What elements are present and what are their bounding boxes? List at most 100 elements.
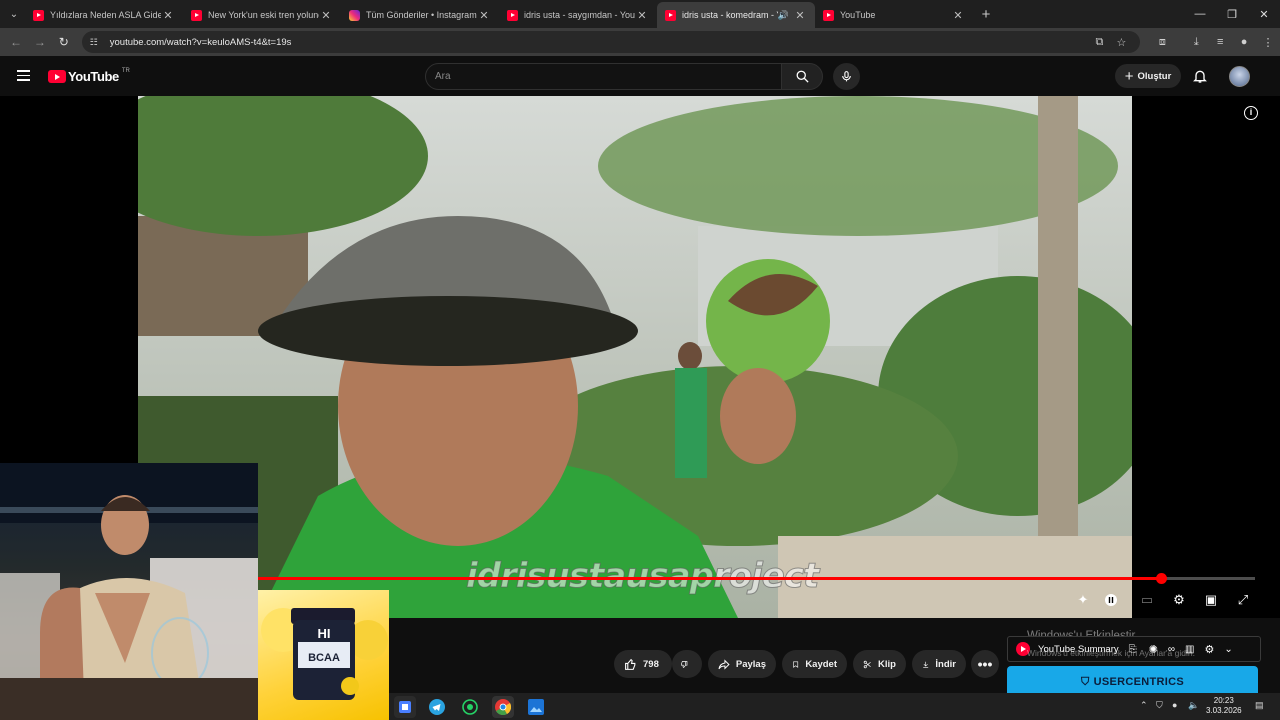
sponsor-product-ad[interactable]: HI BCAA (258, 590, 389, 720)
url-text: youtube.com/watch?v=keuloAMS-t4&t=19s (109, 36, 292, 48)
video-watermark-text: idrisustausaproject (465, 556, 819, 597)
account-avatar[interactable] (1229, 66, 1250, 87)
video-info-icon[interactable]: i (1244, 106, 1258, 120)
profile-icon[interactable]: ● (1232, 36, 1256, 48)
youtube-favicon-icon (33, 9, 44, 21)
chrome-icon[interactable] (492, 696, 514, 718)
save-label: Kaydet (805, 658, 837, 670)
back-icon[interactable]: ← (4, 35, 28, 49)
tab-audio-icon[interactable]: 🔊 (778, 10, 789, 21)
browser-tab[interactable]: idris usta - saygımdan - YouTub✕ (499, 2, 657, 28)
whatsapp-glyph-icon (462, 699, 478, 715)
video-scene-image (138, 96, 1132, 618)
tray-volume-icon[interactable]: 🔈 (1188, 700, 1199, 711)
search-button[interactable] (781, 63, 823, 90)
address-bar[interactable]: ☷ youtube.com/watch?v=keuloAMS-t4&t=19s … (81, 31, 1141, 53)
telegram-icon[interactable] (426, 696, 448, 718)
reload-icon[interactable]: ↻ (52, 35, 76, 49)
tray-microphone-icon[interactable]: ● (1172, 700, 1177, 710)
theater-mode-icon[interactable]: ▣ (1201, 590, 1221, 610)
like-button[interactable]: 798 (614, 650, 672, 678)
tab-search-button[interactable]: ⌄ (3, 3, 25, 25)
streamer-image (0, 463, 258, 720)
media-control-icon[interactable]: ≡ (1208, 36, 1232, 48)
tab-close-icon[interactable]: ✕ (319, 9, 333, 22)
tab-close-icon[interactable]: ✕ (161, 9, 175, 22)
autoplay-toggle-icon[interactable] (1101, 590, 1121, 610)
window-controls: — ❐ ✕ (1184, 0, 1280, 28)
summary-settings-icon[interactable]: ⚙ (1204, 643, 1214, 656)
tab-title: YouTube (840, 10, 876, 20)
svg-text:BCAA: BCAA (308, 652, 340, 664)
bookmark-star-icon[interactable]: ☆ (1110, 36, 1132, 49)
svg-text:HI: HI (318, 626, 331, 641)
hamburger-menu-icon[interactable] (17, 70, 30, 81)
search-input[interactable] (435, 71, 781, 82)
youtube-favicon-icon (191, 9, 202, 21)
new-tab-button[interactable]: + (973, 6, 999, 23)
tab-list: Yıldızlara Neden ASLA Gidemey✕New York'u… (25, 0, 973, 28)
thumbs-down-icon (681, 660, 688, 668)
tab-close-icon[interactable]: ✕ (477, 9, 491, 22)
download-button[interactable]: İndir (912, 650, 966, 678)
browser-menu-icon[interactable]: ⋮ (1256, 36, 1280, 49)
summary-chevron-down-icon[interactable]: ⌄ (1224, 644, 1232, 655)
browser-tab[interactable]: New York'un eski tren yolunda ✕ (183, 2, 341, 28)
browser-tab[interactable]: Tüm Gönderiler • Instagram ✕ (341, 2, 499, 28)
youtube-favicon-icon (823, 9, 834, 21)
fullscreen-icon[interactable]: ⤢ (1233, 590, 1253, 610)
windows-taskbar: ⌃ ⛉ ● 🔈 ▤ (389, 693, 1280, 720)
dislike-button[interactable] (672, 650, 702, 678)
site-info-icon[interactable]: ☷ (90, 37, 104, 48)
progress-played (258, 577, 1162, 580)
save-button[interactable]: Kaydet (782, 650, 847, 678)
tab-title: New York'un eski tren yolunda (208, 10, 319, 20)
like-count: 798 (643, 658, 659, 670)
youtube-logo[interactable]: YouTube TR (48, 68, 130, 84)
tray-vpn-icon[interactable]: ⛉ (1156, 700, 1163, 711)
browser-tab[interactable]: Yıldızlara Neden ASLA Gidemey✕ (25, 2, 183, 28)
search-box (425, 63, 782, 90)
voice-search-button[interactable] (833, 63, 860, 90)
taskbar-app-icon-1[interactable] (394, 696, 416, 718)
photos-glyph-icon (528, 699, 544, 715)
tab-title: Yıldızlara Neden ASLA Gidemey (50, 10, 161, 20)
settings-gear-icon[interactable]: ⚙ (1169, 590, 1189, 610)
youtube-favicon-icon (507, 9, 518, 21)
install-app-icon[interactable]: ⧉ (1088, 36, 1110, 49)
tab-close-icon[interactable]: ✕ (951, 9, 965, 22)
notification-center-icon[interactable]: ▤ (1255, 700, 1264, 711)
browser-tab[interactable]: YouTube ✕ (815, 2, 973, 28)
whatsapp-icon[interactable] (459, 696, 481, 718)
tab-close-icon[interactable]: ✕ (635, 9, 649, 22)
minimize-icon[interactable]: — (1184, 0, 1216, 28)
tray-chevron-up-icon[interactable]: ⌃ (1140, 700, 1148, 711)
progress-bar[interactable] (258, 573, 1255, 584)
search-icon (796, 70, 809, 83)
more-actions-button[interactable]: ••• (971, 650, 999, 678)
subtitles-icon[interactable]: ▭ (1137, 590, 1157, 610)
close-window-icon[interactable]: ✕ (1248, 0, 1280, 28)
clip-button[interactable]: Klip (853, 650, 906, 678)
browser-tab[interactable]: idris usta - komedram - You🔊 ✕ (657, 2, 815, 28)
usercentrics-shield-icon: ⛉ (1081, 676, 1090, 688)
downloads-icon[interactable]: ⤓ (1184, 36, 1208, 49)
video-frame[interactable] (138, 96, 1132, 618)
browser-tab-strip: ⌄ Yıldızlara Neden ASLA Gidemey✕New York… (0, 0, 1280, 28)
browser-toolbar: ← → ↻ ☷ youtube.com/watch?v=keuloAMS-t4&… (0, 28, 1280, 56)
youtube-play-logo-icon (48, 70, 66, 83)
forward-icon[interactable]: → (28, 35, 52, 49)
microphone-icon (842, 71, 851, 82)
create-button[interactable]: + Oluştur (1115, 64, 1181, 88)
chrome-glyph-icon (495, 699, 511, 715)
taskbar-clock[interactable]: 20:23 3.03.2026 (1206, 696, 1242, 716)
photos-app-icon[interactable] (525, 696, 547, 718)
instagram-favicon-icon (349, 9, 360, 21)
extensions-icon[interactable]: ⧈ (1150, 36, 1174, 49)
restore-icon[interactable]: ❐ (1216, 0, 1248, 28)
tab-title: Tüm Gönderiler • Instagram (366, 10, 477, 20)
ai-sparkle-icon[interactable]: ✦ (1073, 590, 1093, 610)
tab-close-icon[interactable]: ✕ (793, 9, 807, 22)
share-button[interactable]: Paylaş (708, 650, 776, 678)
notifications-bell-icon[interactable] (1192, 68, 1208, 84)
